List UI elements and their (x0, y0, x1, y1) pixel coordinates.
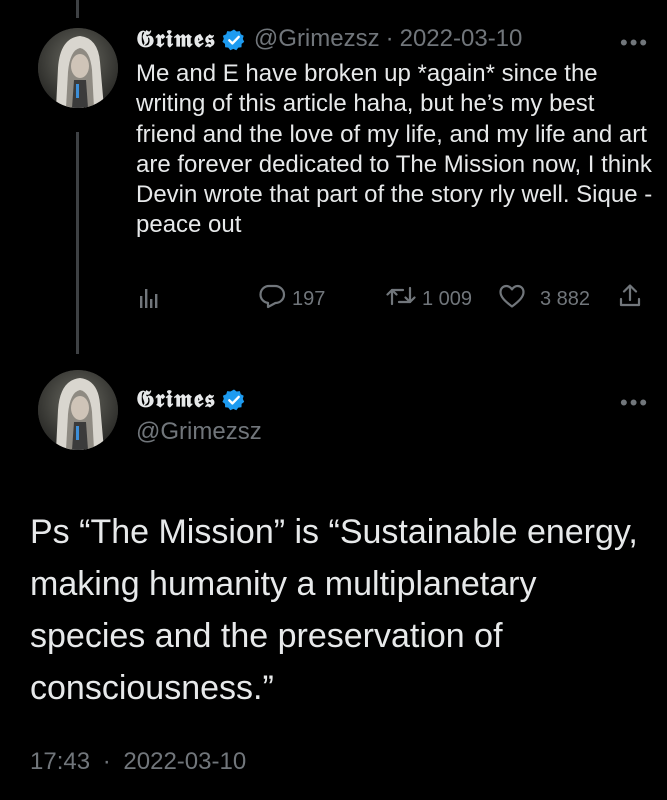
tweet-actions: 197 1 009 3 882 (136, 283, 646, 313)
avatar[interactable] (38, 28, 118, 108)
retweet-button[interactable]: 1 009 (386, 283, 472, 315)
tweet-date: 2022-03-10 (123, 748, 247, 775)
avatar-image (38, 370, 118, 450)
like-count: 3 882 (540, 287, 591, 310)
reply-button[interactable]: 197 (258, 283, 325, 315)
tweet-text: Me and E have broken up *again* since th… (136, 60, 653, 239)
display-name[interactable]: 𝕲𝖗𝖎𝖒𝖊𝖘 (136, 24, 216, 53)
display-name[interactable]: 𝕲𝖗𝖎𝖒𝖊𝖘 (136, 384, 216, 413)
analytics-icon (138, 286, 160, 316)
separator: · (385, 24, 394, 52)
thread-line (76, 132, 79, 354)
tweet-text: Ps “The Mission” is “Sustainable energy,… (30, 513, 638, 707)
tweet2-header: 𝕲𝖗𝖎𝖒𝖊𝖘 (136, 384, 246, 413)
separator: · (102, 748, 111, 775)
retweet-count: 1 009 (422, 287, 473, 310)
avatar[interactable] (38, 370, 118, 450)
avatar-image (38, 28, 118, 108)
share-icon (618, 283, 642, 315)
like-button[interactable]: 3 882 (498, 283, 590, 315)
tweet-timestamp[interactable]: 17:43 · 2022-03-10 (30, 748, 246, 776)
tweet-time: 17:43 (30, 748, 91, 775)
more-icon[interactable]: ••• (620, 32, 649, 54)
tweet1-header: 𝕲𝖗𝖎𝖒𝖊𝖘 @Grimezsz · 2022-03-10 (136, 24, 522, 53)
tweet-date[interactable]: 2022-03-10 (400, 25, 523, 53)
reply-count: 197 (292, 287, 326, 310)
share-button[interactable] (618, 283, 642, 315)
verified-badge-icon (222, 28, 246, 52)
retweet-icon (386, 283, 416, 315)
handle[interactable]: @Grimezsz (254, 25, 380, 53)
handle[interactable]: @Grimezsz (136, 418, 262, 446)
verified-badge-icon (222, 388, 246, 412)
more-icon[interactable]: ••• (620, 392, 649, 414)
like-icon (498, 283, 526, 315)
thread-line-top (76, 0, 79, 18)
reply-icon (258, 283, 286, 315)
analytics-button[interactable] (138, 286, 160, 316)
